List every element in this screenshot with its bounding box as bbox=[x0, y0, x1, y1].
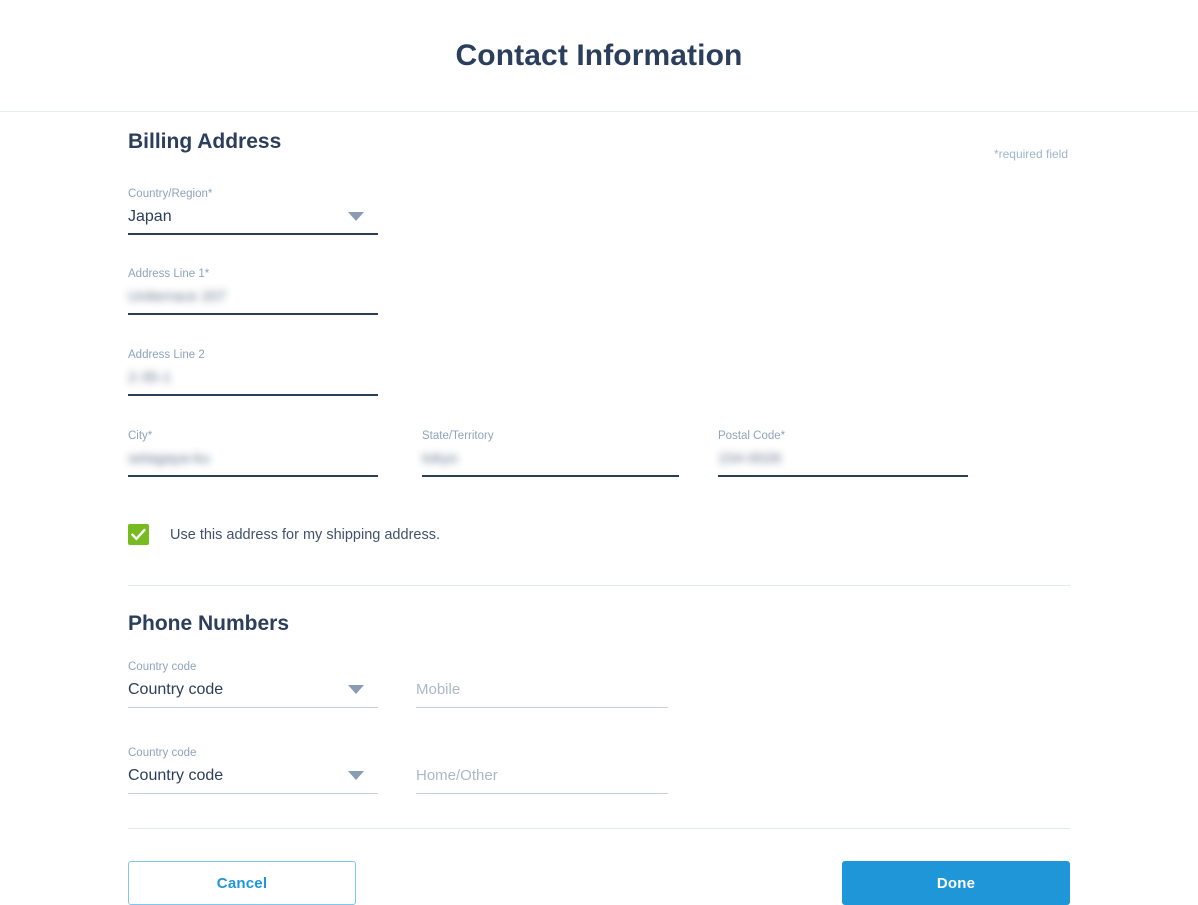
shipping-address-checkbox-row[interactable]: Use this address for my shipping address… bbox=[128, 524, 1070, 545]
city-value: setagaya-ku bbox=[128, 450, 210, 467]
required-field-note: *required field bbox=[993, 147, 1068, 161]
postal-code-underline bbox=[718, 475, 968, 477]
country-region-select[interactable]: Country/Region* Japan bbox=[128, 175, 378, 235]
mobile-number-spacer bbox=[416, 660, 668, 674]
home-other-placeholder: Home/Other bbox=[416, 767, 498, 784]
cancel-button[interactable]: Cancel bbox=[128, 861, 356, 905]
country-code-select-mobile[interactable]: Country code Country code bbox=[128, 648, 378, 708]
home-other-number-input[interactable]: Home/Other bbox=[416, 734, 668, 794]
shipping-address-checkbox[interactable] bbox=[128, 524, 149, 545]
home-other-spacer bbox=[416, 746, 668, 760]
shipping-address-checkbox-label: Use this address for my shipping address… bbox=[170, 526, 440, 543]
country-code-label-mobile: Country code bbox=[128, 661, 197, 673]
address-line-2-row: Address Line 2 2-35-1 bbox=[128, 336, 1070, 398]
action-button-bar: Cancel Done bbox=[0, 861, 1198, 905]
address-line-1-underline bbox=[128, 313, 378, 315]
city-state-postal-row: City* setagaya-ku State/Territory tokyo … bbox=[128, 417, 1070, 477]
city-input[interactable]: City* setagaya-ku bbox=[128, 417, 378, 477]
chevron-down-icon bbox=[348, 212, 364, 221]
address-line-1-row: Address Line 1* Uniterrace 207 bbox=[128, 255, 1070, 317]
state-territory-input[interactable]: State/Territory tokyo bbox=[422, 417, 679, 477]
address-line-2-label: Address Line 2 bbox=[128, 349, 205, 361]
country-region-label: Country/Region* bbox=[128, 188, 213, 200]
state-territory-value: tokyo bbox=[422, 450, 458, 467]
section-divider-bottom bbox=[128, 828, 1070, 829]
billing-header-row: Billing Address *required field bbox=[128, 112, 1070, 161]
country-region-value: Japan bbox=[128, 208, 172, 225]
country-region-underline bbox=[128, 233, 378, 235]
check-icon bbox=[130, 528, 146, 541]
chevron-down-icon bbox=[348, 685, 364, 694]
mobile-number-placeholder: Mobile bbox=[416, 681, 461, 698]
phone-numbers-section: Phone Numbers Country code Country code … bbox=[0, 586, 1198, 794]
page-header: Contact Information bbox=[0, 0, 1198, 112]
address-line-1-value: Uniterrace 207 bbox=[128, 288, 227, 305]
mobile-number-underline bbox=[416, 707, 668, 708]
chevron-down-icon bbox=[348, 771, 364, 780]
mobile-number-input[interactable]: Mobile bbox=[416, 648, 668, 708]
address-line-2-value: 2-35-1 bbox=[128, 369, 172, 386]
page-title: Contact Information bbox=[455, 38, 743, 72]
postal-code-input[interactable]: Postal Code* 154-0026 bbox=[718, 417, 968, 477]
country-code-select-home[interactable]: Country code Country code bbox=[128, 734, 378, 794]
address-line-1-label: Address Line 1* bbox=[128, 268, 210, 280]
city-underline bbox=[128, 475, 378, 477]
home-other-underline bbox=[416, 793, 668, 794]
postal-code-value: 154-0026 bbox=[718, 450, 782, 467]
country-code-underline-home bbox=[128, 793, 378, 794]
country-row: Country/Region* Japan bbox=[128, 175, 1070, 235]
city-label: City* bbox=[128, 430, 153, 442]
state-territory-label: State/Territory bbox=[422, 430, 494, 442]
phone-row-home: Country code Country code Home/Other bbox=[128, 734, 1070, 794]
country-code-underline-mobile bbox=[128, 707, 378, 708]
phone-row-mobile: Country code Country code Mobile bbox=[128, 648, 1070, 708]
billing-address-section: Billing Address *required field Country/… bbox=[0, 112, 1198, 545]
country-code-value-mobile: Country code bbox=[128, 681, 224, 698]
address-line-2-underline bbox=[128, 394, 378, 396]
address-line-2-input[interactable]: Address Line 2 2-35-1 bbox=[128, 336, 378, 396]
address-line-1-input[interactable]: Address Line 1* Uniterrace 207 bbox=[128, 255, 378, 315]
billing-address-title: Billing Address bbox=[128, 130, 282, 153]
done-button[interactable]: Done bbox=[842, 861, 1070, 905]
postal-code-label: Postal Code* bbox=[718, 430, 786, 442]
phone-numbers-title: Phone Numbers bbox=[128, 612, 290, 635]
state-territory-underline bbox=[422, 475, 679, 477]
billing-fields: Country/Region* Japan Address Line 1* Un… bbox=[128, 175, 1070, 545]
country-code-label-home: Country code bbox=[128, 747, 197, 759]
country-code-value-home: Country code bbox=[128, 767, 224, 784]
